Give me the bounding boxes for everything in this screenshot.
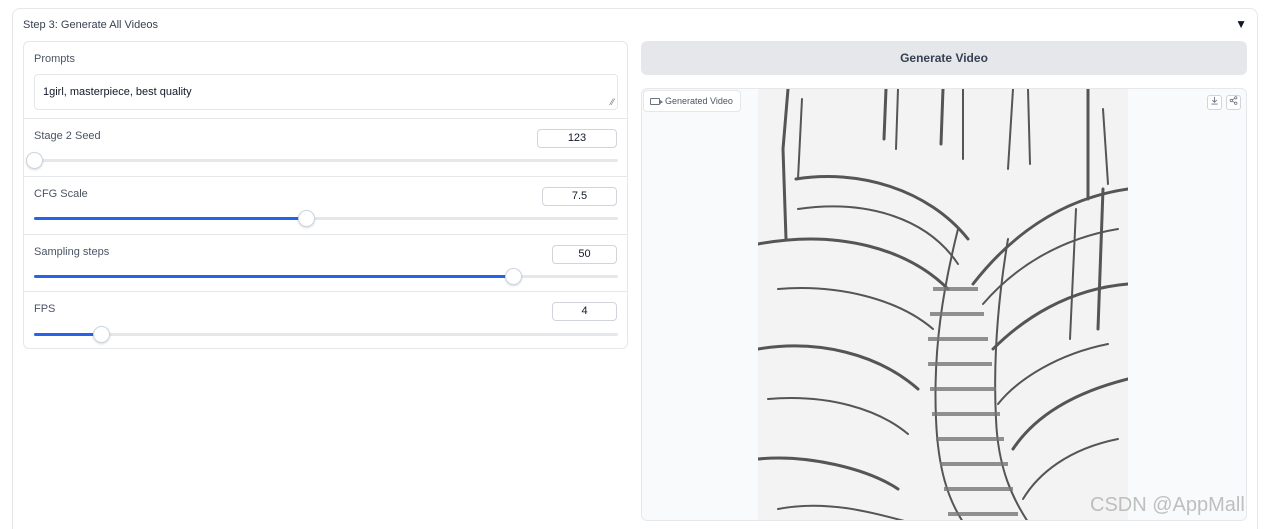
accordion-title[interactable]: Step 3: Generate All Videos xyxy=(23,19,158,31)
steps-block: Sampling steps 50 xyxy=(24,235,627,292)
prompts-input[interactable]: 1girl, masterpiece, best quality ⁄⁄ xyxy=(34,74,618,110)
cfg-label: CFG Scale xyxy=(34,188,88,200)
fps-block: FPS 4 xyxy=(24,292,627,349)
seed-number-input[interactable]: 123 xyxy=(537,129,617,148)
fps-slider-fill xyxy=(34,333,102,336)
seed-slider-track[interactable] xyxy=(26,152,618,169)
video-camera-icon xyxy=(650,98,663,105)
fps-slider-track[interactable] xyxy=(34,326,618,343)
generate-video-button[interactable]: Generate Video xyxy=(641,41,1247,75)
fps-slider-thumb[interactable] xyxy=(93,326,111,343)
cfg-slider-track[interactable] xyxy=(34,210,618,227)
fps-label: FPS xyxy=(34,303,56,315)
generated-video-panel: Generated Video xyxy=(641,88,1247,521)
seed-block: Stage 2 Seed 123 xyxy=(24,119,627,177)
share-icon[interactable] xyxy=(1226,95,1241,110)
fps-number-input[interactable]: 4 xyxy=(552,302,617,321)
prompts-block: Prompts 1girl, masterpiece, best quality… xyxy=(24,42,627,119)
sketch-artwork xyxy=(756,89,1130,520)
resize-handle-icon[interactable]: ⁄⁄ xyxy=(611,97,614,107)
video-frame[interactable] xyxy=(756,89,1130,520)
settings-panel: Prompts 1girl, masterpiece, best quality… xyxy=(23,41,628,349)
steps-label: Sampling steps xyxy=(34,246,110,258)
cfg-block: CFG Scale 7.5 xyxy=(24,177,627,235)
prompts-label: Prompts xyxy=(34,53,75,65)
collapse-arrow-icon[interactable]: ▼ xyxy=(1235,17,1247,31)
cfg-slider-thumb[interactable] xyxy=(297,210,315,227)
steps-slider-fill xyxy=(34,275,513,278)
seed-label: Stage 2 Seed xyxy=(34,130,101,142)
download-icon[interactable] xyxy=(1207,95,1222,110)
video-label-text: Generated Video xyxy=(665,96,733,106)
video-label-badge: Generated Video xyxy=(643,90,741,112)
cfg-number-input[interactable]: 7.5 xyxy=(542,187,617,206)
steps-slider-track[interactable] xyxy=(34,268,618,285)
watermark-text: CSDN @AppMall xyxy=(1090,494,1245,516)
seed-slider-thumb[interactable] xyxy=(26,152,43,169)
steps-number-input[interactable]: 50 xyxy=(552,245,617,264)
prompts-text: 1girl, masterpiece, best quality xyxy=(43,86,192,98)
steps-slider-thumb[interactable] xyxy=(504,268,522,285)
cfg-slider-fill xyxy=(34,217,306,220)
